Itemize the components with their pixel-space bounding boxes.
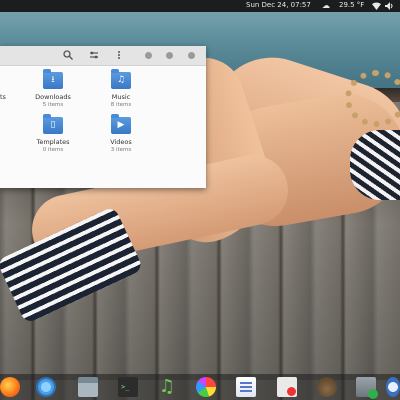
clipped-item-label[interactable]: ts xyxy=(0,93,6,101)
music-note-icon: ♫ xyxy=(116,75,126,85)
gimp-icon[interactable] xyxy=(317,377,337,397)
network-icon[interactable] xyxy=(372,2,381,10)
volume-icon[interactable] xyxy=(385,2,394,10)
panel-clock[interactable]: Sun Dec 24, 07:57 xyxy=(246,1,311,9)
folder-item-count: 3 items xyxy=(110,147,132,153)
file-view[interactable]: ts ⭳ Downloads 5 items ♫ Music 8 items ▯… xyxy=(0,66,206,188)
close-button[interactable] xyxy=(188,52,195,59)
folder-icon: ♫ xyxy=(111,69,131,89)
video-camera-icon: ▶ xyxy=(117,120,125,130)
photos-icon[interactable] xyxy=(196,377,216,397)
minimize-button[interactable] xyxy=(145,52,152,59)
search-icon[interactable] xyxy=(62,50,73,61)
chromium-icon[interactable] xyxy=(36,377,56,397)
firefox-icon[interactable] xyxy=(0,377,20,397)
documents-icon[interactable] xyxy=(236,377,256,397)
folder-videos[interactable]: ▶ Videos 3 items xyxy=(91,114,151,153)
wallpaper-rope xyxy=(345,70,400,127)
download-arrow-icon: ⭳ xyxy=(51,75,55,85)
maximize-button[interactable] xyxy=(166,52,173,59)
folder-item-count: 8 items xyxy=(110,102,132,108)
screenshot-icon[interactable] xyxy=(277,377,297,397)
folder-music[interactable]: ♫ Music 8 items xyxy=(91,69,151,108)
folder-icon: ▯ xyxy=(43,114,63,134)
folder-item-count: 5 items xyxy=(42,102,64,108)
top-panel: Sun Dec 24, 07:57 ☁ 29.5 °F xyxy=(0,0,400,12)
terminal-icon[interactable]: >_ xyxy=(118,377,138,397)
folder-name: Music xyxy=(111,93,131,101)
file-manager-window[interactable]: ts ⭳ Downloads 5 items ♫ Music 8 items ▯… xyxy=(0,46,206,188)
folder-icon: ▶ xyxy=(111,114,131,134)
dock: >_ ♫ xyxy=(0,374,400,400)
panel-weather[interactable]: 29.5 °F xyxy=(339,1,364,9)
calculator-icon[interactable] xyxy=(356,377,378,399)
wallpaper-striped-cloth xyxy=(350,130,400,200)
sort-icon[interactable] xyxy=(88,50,99,61)
folder-item-count: 0 items xyxy=(42,147,64,153)
music-icon[interactable]: ♫ xyxy=(157,377,177,397)
folder-name: Templates xyxy=(36,138,70,146)
document-icon: ▯ xyxy=(50,120,56,130)
menu-dots-icon[interactable] xyxy=(113,50,124,61)
files-icon[interactable] xyxy=(78,377,98,397)
folder-name: Videos xyxy=(110,138,132,146)
folder-name: Downloads xyxy=(35,93,71,101)
web-browser-icon[interactable] xyxy=(386,377,400,397)
window-titlebar[interactable] xyxy=(0,46,206,66)
folder-templates[interactable]: ▯ Templates 0 items xyxy=(23,114,83,153)
folder-downloads[interactable]: ⭳ Downloads 5 items xyxy=(23,69,83,108)
cloud-icon[interactable]: ☁ xyxy=(322,1,330,10)
folder-icon: ⭳ xyxy=(43,69,63,89)
